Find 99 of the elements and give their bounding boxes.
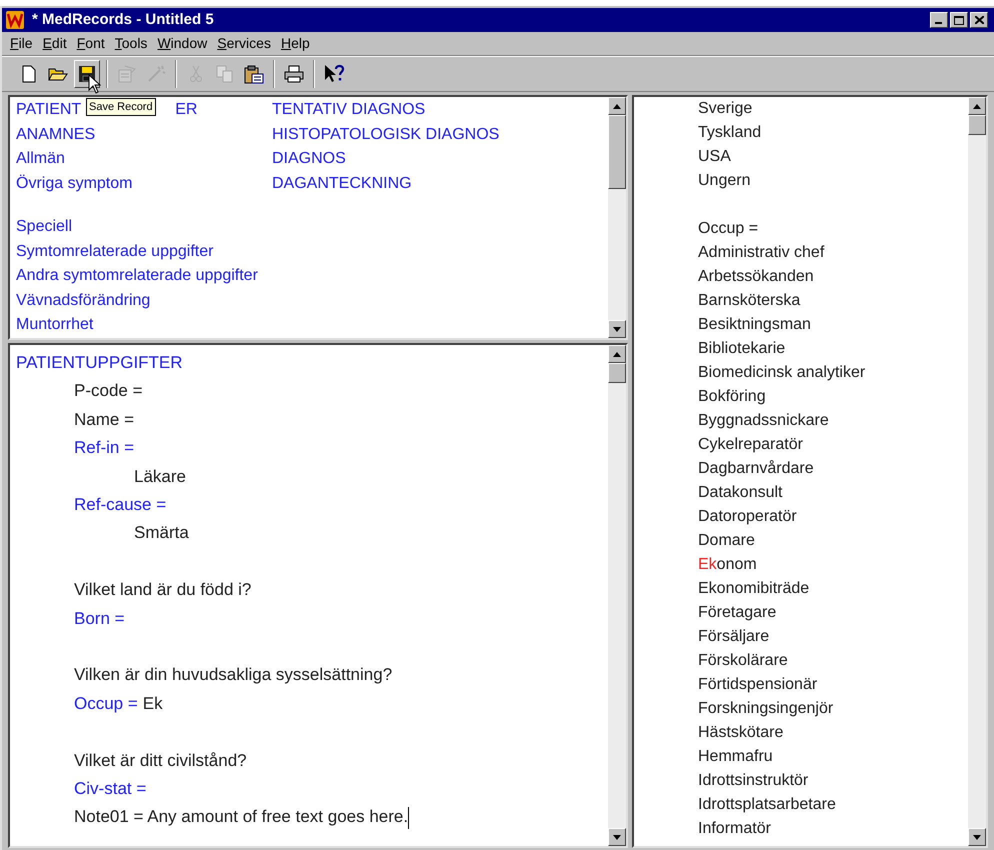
choice-item[interactable]: Arbetssökanden: [698, 265, 968, 289]
printer-icon: [284, 65, 304, 83]
index-link[interactable]: DIAGNOS: [272, 147, 500, 172]
down-arrow-icon: [613, 326, 621, 332]
editor-text: Name =: [74, 408, 134, 431]
field-label: Ref-in =: [74, 437, 134, 460]
choice-item[interactable]: Besiktningsman: [698, 313, 968, 337]
choice-item[interactable]: Tyskland: [698, 121, 968, 145]
up-arrow-icon: [613, 104, 621, 108]
scroll-up-button[interactable]: [608, 97, 626, 115]
editor-text: Vilket är ditt civilstånd?: [74, 750, 247, 772]
choice-item[interactable]: USA: [698, 145, 968, 169]
choice-item[interactable]: Administrativ chef: [698, 241, 968, 265]
copy-icon: [216, 65, 234, 83]
field-label: Civ-stat =: [74, 778, 146, 800]
close-icon: [974, 16, 984, 24]
index-link[interactable]: TENTATIV DIAGNOS: [272, 98, 500, 123]
choice-item[interactable]: Bibliotekarie: [698, 337, 968, 361]
index-link[interactable]: HISTOPATOLOGISK DIAGNOS: [272, 122, 500, 148]
field-value: Läkare: [134, 466, 186, 486]
index-link[interactable]: ANAMNES: [16, 122, 96, 148]
choice-item[interactable]: Företagare: [698, 601, 968, 625]
menu-item[interactable]: Help: [276, 33, 314, 54]
field-label: Ref-cause =: [74, 494, 166, 516]
help-pointer-icon: [323, 64, 345, 84]
index-link[interactable]: Allmän: [16, 147, 65, 172]
field-value: Smärta: [134, 523, 189, 542]
scroll-down-button[interactable]: [608, 828, 626, 846]
up-arrow-icon: [973, 104, 981, 108]
clipboard-icon: [244, 64, 264, 84]
scroll-up-button[interactable]: [608, 345, 626, 363]
choice-item[interactable]: Dagbarnvårdare: [698, 457, 968, 481]
choice-item[interactable]: Idrottsinstruktör: [698, 769, 968, 793]
choice-item[interactable]: Bokföring: [698, 385, 968, 409]
scroll-down-button[interactable]: [968, 828, 986, 846]
maximize-button[interactable]: [950, 12, 968, 28]
choice-item[interactable]: Byggnadssnickare: [698, 409, 968, 433]
choice-item[interactable]: Datakonsult: [698, 481, 968, 505]
menu-item[interactable]: File: [6, 33, 37, 54]
choice-item[interactable]: Cykelreparatör: [698, 433, 968, 457]
choice-item[interactable]: Ungern: [698, 169, 968, 193]
choice-item[interactable]: Idrottsplatsarbetare: [698, 793, 968, 817]
choice-item[interactable]: Barnsköterska: [698, 289, 968, 313]
blank-page-icon: [21, 65, 37, 83]
index-link-fragment[interactable]: ER: [175, 98, 198, 123]
scroll-up-button[interactable]: [968, 97, 986, 115]
field-label: Occup =: [74, 692, 138, 715]
field-label: Born =: [74, 608, 125, 630]
index-link[interactable]: Speciell: [16, 215, 72, 240]
scrollbar[interactable]: [608, 345, 626, 846]
choice-item[interactable]: Occup =: [698, 217, 968, 241]
editor-text: Note01 = Any amount of free text goes here.: [74, 806, 408, 828]
index-link[interactable]: PATIENT: [16, 98, 82, 123]
choice-item[interactable]: Sverige: [698, 97, 968, 121]
scrollbar[interactable]: [968, 97, 986, 846]
choice-item[interactable]: Ekonomibiträde: [698, 577, 968, 601]
choice-item[interactable]: Forskningsingenjör: [698, 697, 968, 721]
choice-item[interactable]: Datoroperatör: [698, 505, 968, 529]
index-link[interactable]: Muntorrhet: [16, 313, 94, 338]
editor-text: Vilket land är du född i?: [74, 579, 252, 602]
minimize-button[interactable]: [930, 12, 948, 28]
app-logo-icon: [6, 11, 24, 29]
down-arrow-icon: [613, 834, 621, 840]
choice-item[interactable]: Försäljare: [698, 625, 968, 649]
choice-item[interactable]: Förskolärare: [698, 649, 968, 673]
menu-item[interactable]: Window: [153, 33, 212, 54]
index-link[interactable]: Andra symtomrelaterade uppgifter: [16, 264, 258, 289]
scroll-thumb[interactable]: [968, 115, 986, 135]
menu-item[interactable]: Font: [72, 33, 109, 54]
choice-item[interactable]: Ekonom: [698, 553, 968, 577]
scrollbar[interactable]: [608, 97, 626, 338]
up-arrow-icon: [613, 352, 621, 356]
document-properties-icon: [117, 65, 137, 83]
scroll-thumb[interactable]: [608, 363, 626, 383]
choice-item[interactable]: Hästskötare: [698, 721, 968, 745]
choice-item[interactable]: Hemmafru: [698, 745, 968, 769]
folder-icon: [48, 66, 68, 82]
index-link[interactable]: Symtomrelaterade uppgifter: [16, 240, 214, 264]
scroll-thumb[interactable]: [608, 115, 626, 189]
choice-item[interactable]: Informatör: [698, 817, 968, 841]
editor-text: P-code =: [74, 380, 143, 402]
choice-item[interactable]: Biomedicinsk analytiker: [698, 361, 968, 385]
menu-item[interactable]: Edit: [38, 33, 71, 54]
menu-item[interactable]: Tools: [110, 33, 152, 54]
index-link[interactable]: Övriga symptom: [16, 172, 132, 196]
field-value: Ek: [142, 692, 163, 715]
section-heading: PATIENTUPPGIFTER: [16, 352, 184, 374]
maximize-icon: [954, 16, 964, 24]
tooltip: Save Record: [86, 98, 156, 116]
down-arrow-icon: [973, 834, 981, 840]
index-link[interactable]: DAGANTECKNING: [272, 172, 500, 196]
editor-text: Vilken är din huvudsakliga sysselsättning?: [74, 664, 392, 686]
choice-item[interactable]: Förtidspensionär: [698, 673, 968, 697]
menu-item[interactable]: Services: [213, 33, 275, 54]
window-title: * MedRecords - Untitled 5: [32, 10, 215, 30]
index-link[interactable]: Vävnadsförändring: [16, 288, 150, 314]
scroll-down-button[interactable]: [608, 320, 626, 338]
close-button[interactable]: [970, 12, 988, 28]
choice-item[interactable]: Domare: [698, 529, 968, 553]
